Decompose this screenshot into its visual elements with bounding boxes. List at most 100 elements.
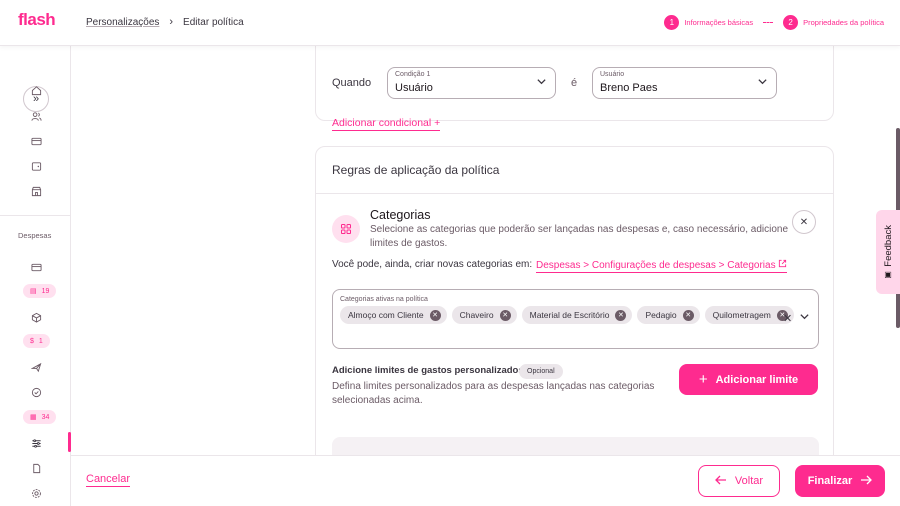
step-1-label: Informações básicas [684, 18, 754, 27]
remove-categories-button[interactable]: ✕ [792, 210, 816, 234]
sidebar: » Despesas ▤ 19 $ 1 ▦ 34 [0, 46, 71, 506]
chip-label: Quilometragem [712, 310, 771, 320]
add-limit-button[interactable]: + Adicionar limite [679, 364, 818, 395]
box-icon[interactable] [28, 309, 44, 325]
category-chips: Almoço com Cliente ✕ Chaveiro ✕ Material… [340, 306, 794, 324]
remove-chip-icon[interactable]: ✕ [499, 309, 511, 321]
user-select[interactable]: Usuário Breno Paes [592, 67, 777, 99]
chip-material-de-escritorio[interactable]: Material de Escritório ✕ [521, 306, 633, 324]
add-limit-label: Adicionar limite [715, 373, 799, 386]
clear-all-icon[interactable]: ✕ [783, 312, 792, 325]
arrow-left-icon [715, 475, 727, 488]
finish-button[interactable]: Finalizar [795, 465, 885, 497]
home-icon[interactable] [28, 82, 44, 98]
categories-settings-link-label: Despesas > Configurações de despesas > C… [536, 260, 776, 271]
add-condition-label: Adicionar condicional [332, 117, 432, 129]
report-icon: ▦ [30, 414, 37, 421]
dollar-icon: $ [30, 337, 34, 345]
sidebar-item-receipts[interactable]: ▤ 19 [23, 284, 57, 298]
condition-select[interactable]: Condição 1 Usuário [387, 67, 556, 99]
categories-settings-link[interactable]: Despesas > Configurações de despesas > C… [536, 259, 788, 273]
chip-label: Pedagio [645, 310, 677, 320]
plus-icon: + [434, 117, 441, 129]
finish-label: Finalizar [807, 475, 853, 487]
chevron-right-icon: › [169, 16, 174, 28]
chip-label: Almoço com Cliente [348, 310, 424, 320]
back-label: Voltar [734, 475, 764, 487]
breadcrumb: Personalizações › Editar política [86, 16, 244, 28]
limits-description: Defina limites personalizados para as de… [332, 381, 655, 406]
grid-icon [332, 215, 360, 243]
arrow-right-icon [860, 475, 873, 488]
add-condition-link[interactable]: Adicionar condicional + [332, 117, 441, 131]
remove-chip-icon[interactable]: ✕ [682, 309, 694, 321]
close-icon: ✕ [799, 216, 809, 228]
remove-chip-icon[interactable]: ✕ [615, 309, 627, 321]
feedback-tab[interactable]: Feedback ▣ [876, 210, 900, 294]
document-icon[interactable] [28, 460, 44, 476]
top-bar: flash Personalizações › Editar política … [0, 0, 900, 46]
store-icon[interactable] [28, 183, 44, 199]
flash-logo[interactable]: flash [18, 10, 56, 30]
breadcrumb-current: Editar política [183, 16, 244, 28]
rules-card: Regras de aplicação da política Categori… [315, 146, 834, 455]
chip-quilometragem[interactable]: Quilometragem ✕ [704, 306, 794, 324]
feedback-label: Feedback [882, 224, 894, 267]
remove-chip-icon[interactable]: ✕ [429, 309, 441, 321]
conditions-card: Quando Condição 1 Usuário é Usuário Bren… [315, 46, 834, 131]
card-icon[interactable] [28, 133, 44, 149]
equals-label: é [571, 77, 578, 89]
footer-actions: Cancelar Voltar Finalizar [71, 455, 900, 506]
breadcrumb-personalizacoes[interactable]: Personalizações [86, 17, 159, 28]
limits-placeholder [332, 437, 819, 455]
condition-select-label: Condição 1 [395, 71, 431, 78]
sidebar-section-despesas: Despesas [18, 231, 52, 240]
chip-label: Chaveiro [459, 310, 494, 320]
step-2-label: Propriedades da política [803, 18, 884, 27]
chip-pedagio[interactable]: Pedagio ✕ [637, 306, 700, 324]
wallet-icon[interactable] [28, 158, 44, 174]
cancel-button[interactable]: Cancelar [86, 473, 131, 487]
sidebar-item-reports[interactable]: ▦ 34 [23, 410, 57, 424]
logo-text: flash [18, 10, 56, 29]
users-icon[interactable] [28, 108, 44, 124]
reports-count: 34 [41, 413, 50, 421]
sidebar-divider [0, 215, 71, 216]
rules-divider [316, 193, 833, 194]
stepper: 1 Informações básicas 2 Propriedades da … [664, 15, 884, 30]
create-categories-text: Você pode, ainda, criar novas categorias… [332, 259, 533, 270]
chip-label: Material de Escritório [529, 310, 610, 320]
chevron-down-icon[interactable] [799, 311, 810, 325]
feedback-icon: ▣ [884, 270, 892, 280]
condition-select-value: Usuário [395, 82, 433, 94]
main-content: Quando Condição 1 Usuário é Usuário Bren… [71, 46, 900, 455]
active-categories-select[interactable]: Categorias ativas na política Almoço com… [332, 289, 819, 349]
optional-badge: Opcional [519, 364, 563, 379]
chevron-down-icon [757, 76, 768, 90]
chip-almoco-com-cliente[interactable]: Almoço com Cliente ✕ [340, 306, 447, 324]
limits-title: Adicione limites de gastos personalizado… [332, 365, 524, 376]
plus-icon: + [698, 371, 708, 388]
gear-icon[interactable] [28, 485, 44, 501]
step-divider [763, 22, 774, 23]
active-categories-label: Categorias ativas na política [340, 296, 428, 303]
when-label: Quando [332, 77, 372, 89]
rules-title: Regras de aplicação da política [332, 163, 500, 177]
plane-icon[interactable] [28, 359, 44, 375]
chevron-down-icon [536, 76, 547, 90]
categories-title: Categorias [370, 208, 431, 222]
external-link-icon [778, 259, 787, 271]
back-button[interactable]: Voltar [698, 465, 780, 497]
step-1-number: 1 [664, 15, 680, 30]
card-expense-icon[interactable] [28, 259, 44, 275]
user-select-label: Usuário [600, 71, 625, 78]
receipt-icon: ▤ [30, 288, 37, 295]
user-select-value: Breno Paes [600, 82, 658, 94]
reimbursements-count: 1 [38, 337, 43, 345]
settings-sliders-icon[interactable] [28, 435, 44, 451]
chip-chaveiro[interactable]: Chaveiro ✕ [451, 306, 517, 324]
check-circle-icon[interactable] [28, 384, 44, 400]
receipts-count: 19 [41, 287, 50, 295]
step-2-number: 2 [783, 15, 799, 30]
sidebar-item-reimbursements[interactable]: $ 1 [23, 334, 50, 348]
